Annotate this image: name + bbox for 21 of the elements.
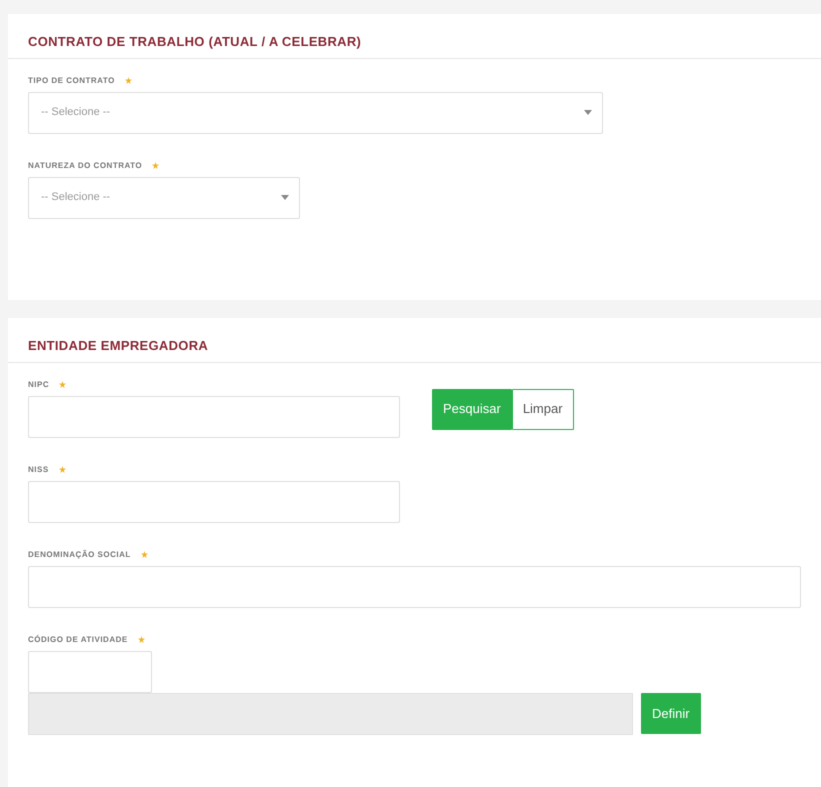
input-field[interactable] — [28, 650, 152, 693]
search-button[interactable]: Pesquisar — [432, 388, 512, 430]
caret-icon — [584, 110, 592, 116]
define-button[interactable]: Definir — [641, 693, 701, 734]
field-label: NATUREZA DO CONTRATO — [28, 160, 142, 172]
input-field[interactable] — [28, 566, 801, 608]
input-field[interactable] — [28, 480, 400, 523]
input-field[interactable] — [28, 396, 400, 438]
field-label: NIPC — [28, 378, 50, 391]
field-label: DENOMINAÇÃO SOCIAL — [28, 548, 131, 561]
field-label: NISS — [28, 464, 49, 476]
select-field[interactable]: -- Selecione -- — [28, 176, 300, 219]
field-label: TIPO DE CONTRATO — [28, 74, 115, 87]
field-label: CÓDIGO DE ATIVIDADE — [28, 634, 128, 646]
clear-button[interactable]: Limpar — [512, 388, 574, 430]
section-title: ENTIDADE EMPREGADORA — [8, 318, 821, 363]
select-placeholder: -- Selecione -- — [41, 105, 110, 120]
select-field[interactable]: -- Selecione -- — [28, 92, 603, 134]
select-placeholder: -- Selecione -- — [41, 190, 110, 206]
section-title: CONTRATO DE TRABALHO (ATUAL / A CELEBRAR) — [8, 14, 821, 59]
caret-icon — [281, 195, 289, 200]
